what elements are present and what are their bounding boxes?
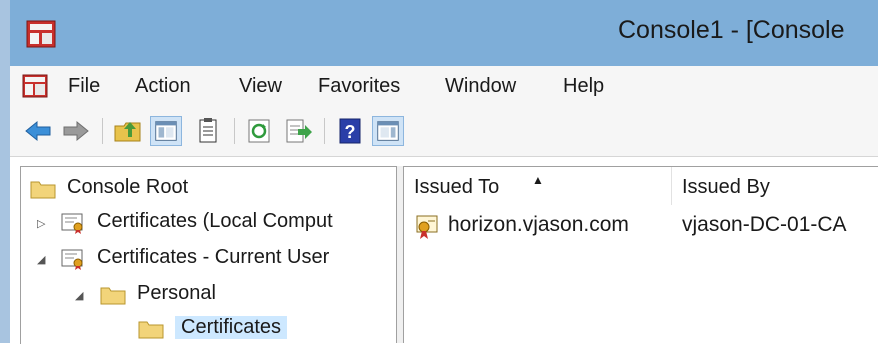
svg-text:?: ? xyxy=(345,122,356,142)
tree-item-label: Certificates (Local Comput xyxy=(97,210,333,232)
results-list-pane[interactable]: Issued To ▲ Issued By horizon.vjason.com… xyxy=(404,166,878,344)
show-hide-tree-icon[interactable] xyxy=(150,116,182,146)
folder-icon xyxy=(138,321,164,339)
window-border xyxy=(0,0,10,343)
tree-item-label: Personal xyxy=(137,282,216,304)
cell-issued-by: vjason-DC-01-CA xyxy=(682,213,847,236)
console-tree-pane[interactable]: Console Root ▷ Certificates (Local Compu… xyxy=(20,166,397,344)
export-list-icon[interactable] xyxy=(282,116,314,146)
tree-item-label: Certificates - Current User xyxy=(97,246,330,268)
column-header-issued-to[interactable]: Issued To ▲ xyxy=(404,167,672,205)
up-folder-icon[interactable] xyxy=(112,116,144,146)
menu-help[interactable]: Help xyxy=(563,75,604,98)
tree-item-label: Certificates xyxy=(175,316,288,339)
cell-issued-to: horizon.vjason.com xyxy=(448,213,629,236)
back-arrow-icon[interactable] xyxy=(22,116,54,146)
help-icon[interactable]: ? xyxy=(334,116,366,146)
folder-icon xyxy=(30,181,56,199)
folder-icon xyxy=(100,287,126,305)
title-bar[interactable]: Console1 - [Console xyxy=(10,0,878,66)
mmc-window: Console1 - [Console File Action View Fav… xyxy=(0,0,878,344)
menu-favorites[interactable]: Favorites xyxy=(318,75,400,98)
collapse-arrow-icon[interactable]: ◢ xyxy=(37,254,49,266)
table-row[interactable]: horizon.vjason.com vjason-DC-01-CA xyxy=(414,211,874,243)
toolbar-separator xyxy=(324,118,325,144)
column-header-issued-by[interactable]: Issued By xyxy=(672,167,878,205)
pane-splitter[interactable] xyxy=(396,166,404,343)
expand-arrow-icon[interactable]: ▷ xyxy=(37,218,49,230)
toolbar-separator xyxy=(102,118,103,144)
menu-file[interactable]: File xyxy=(68,75,100,98)
toolbar: ? xyxy=(10,106,878,157)
show-hide-action-pane-icon[interactable] xyxy=(372,116,404,146)
tree-item-label: Console Root xyxy=(67,176,189,198)
certificate-store-icon xyxy=(61,213,83,234)
mmc-app-icon[interactable] xyxy=(26,20,56,48)
menu-bar: File Action View Favorites Window Help xyxy=(10,66,878,106)
properties-icon[interactable] xyxy=(192,116,224,146)
menu-window[interactable]: Window xyxy=(445,75,516,98)
refresh-icon[interactable] xyxy=(244,116,276,146)
window-title: Console1 - [Console xyxy=(618,16,845,44)
menu-action[interactable]: Action xyxy=(135,75,191,98)
menu-view[interactable]: View xyxy=(239,75,282,98)
forward-arrow-icon[interactable] xyxy=(60,116,92,146)
toolbar-separator xyxy=(234,118,235,144)
certificate-store-icon xyxy=(61,249,83,270)
sort-ascending-icon: ▲ xyxy=(532,173,544,187)
collapse-arrow-icon[interactable]: ◢ xyxy=(75,290,87,302)
certificate-icon xyxy=(416,215,438,239)
console-document-icon[interactable] xyxy=(22,74,48,98)
